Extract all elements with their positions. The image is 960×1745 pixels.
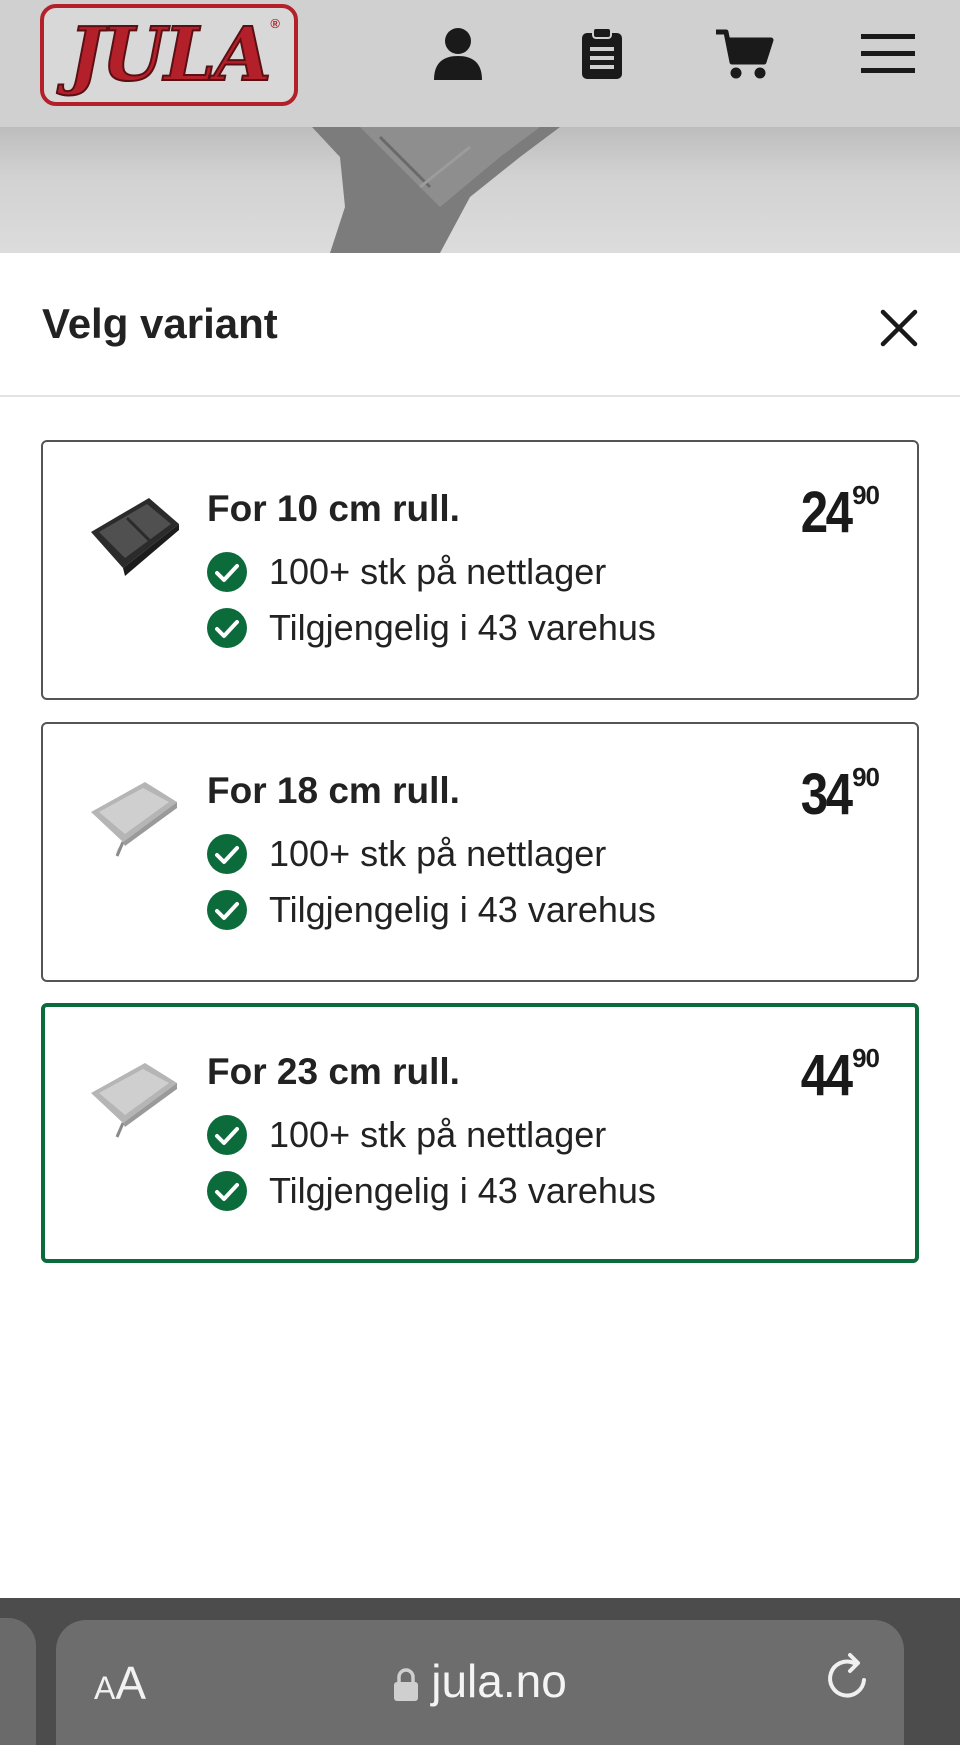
stock-stores-row: Tilgjengelig i 43 varehus xyxy=(207,888,656,932)
variant-sheet: Velg variant For 10 cm rull. 100+ stk på… xyxy=(0,253,960,1598)
stock-online-text: 100+ stk på nettlager xyxy=(269,1114,607,1155)
variant-price: 34 90 xyxy=(792,760,880,830)
variant-option-10cm[interactable]: For 10 cm rull. 100+ stk på nettlager Ti… xyxy=(41,440,919,700)
site-header: JULA ® xyxy=(0,0,960,127)
stock-stores-row: Tilgjengelig i 43 varehus xyxy=(207,1169,656,1213)
variant-option-18cm[interactable]: For 18 cm rull. 100+ stk på nettlager Ti… xyxy=(41,722,919,982)
check-circle-icon xyxy=(207,1171,247,1211)
stock-online-text: 100+ stk på nettlager xyxy=(269,833,607,874)
clipboard-icon[interactable] xyxy=(570,22,634,86)
user-icon[interactable] xyxy=(426,22,490,86)
browser-toolbar: AA jula.no xyxy=(0,1598,960,1745)
previous-tab-peek[interactable] xyxy=(0,1618,36,1745)
price-decimals: 90 xyxy=(852,762,880,792)
price-integer: 34 xyxy=(800,762,852,827)
reload-button[interactable] xyxy=(820,1650,876,1706)
price-decimals: 90 xyxy=(852,1043,880,1073)
variant-price: 24 90 xyxy=(792,478,880,548)
stock-stores-text: Tilgjengelig i 43 varehus xyxy=(269,607,656,648)
grey-paint-tray-thumbnail xyxy=(87,1053,183,1143)
variant-name: For 18 cm rull. xyxy=(207,770,460,811)
grey-paint-tray-thumbnail xyxy=(87,772,183,862)
variant-price: 44 90 xyxy=(792,1041,880,1111)
sheet-title: Velg variant xyxy=(42,300,278,347)
check-circle-icon xyxy=(207,834,247,874)
check-circle-icon xyxy=(207,608,247,648)
product-image xyxy=(0,127,960,253)
reload-icon xyxy=(828,1653,866,1698)
cart-icon[interactable] xyxy=(712,22,776,86)
variant-name: For 23 cm rull. xyxy=(207,1051,460,1092)
check-circle-icon xyxy=(207,890,247,930)
variant-name: For 10 cm rull. xyxy=(207,488,460,529)
close-button[interactable] xyxy=(872,301,926,355)
menu-icon[interactable] xyxy=(856,22,920,86)
dark-paint-tray-thumbnail xyxy=(87,490,183,580)
sheet-header: Velg variant xyxy=(0,253,960,397)
stock-stores-text: Tilgjengelig i 43 varehus xyxy=(269,889,656,930)
url-display[interactable]: jula.no xyxy=(56,1654,904,1708)
stock-online-row: 100+ stk på nettlager xyxy=(207,1113,606,1157)
lock-icon xyxy=(394,1668,419,1701)
check-circle-icon xyxy=(207,1115,247,1155)
url-text: jula.no xyxy=(431,1655,567,1707)
stock-stores-text: Tilgjengelig i 43 varehus xyxy=(269,1170,656,1211)
check-circle-icon xyxy=(207,552,247,592)
stock-online-row: 100+ stk på nettlager xyxy=(207,832,606,876)
variant-option-23cm[interactable]: For 23 cm rull. 100+ stk på nettlager Ti… xyxy=(41,1003,919,1263)
stock-stores-row: Tilgjengelig i 43 varehus xyxy=(207,606,656,650)
address-bar[interactable]: AA jula.no xyxy=(56,1620,904,1745)
logo-text: JULA xyxy=(68,12,273,98)
price-decimals: 90 xyxy=(852,480,880,510)
registered-mark: ® xyxy=(270,16,280,31)
stock-online-row: 100+ stk på nettlager xyxy=(207,550,606,594)
price-integer: 44 xyxy=(800,1043,852,1108)
stock-online-text: 100+ stk på nettlager xyxy=(269,551,607,592)
jula-logo[interactable]: JULA ® xyxy=(40,4,298,106)
price-integer: 24 xyxy=(800,480,852,545)
close-icon xyxy=(880,309,918,347)
